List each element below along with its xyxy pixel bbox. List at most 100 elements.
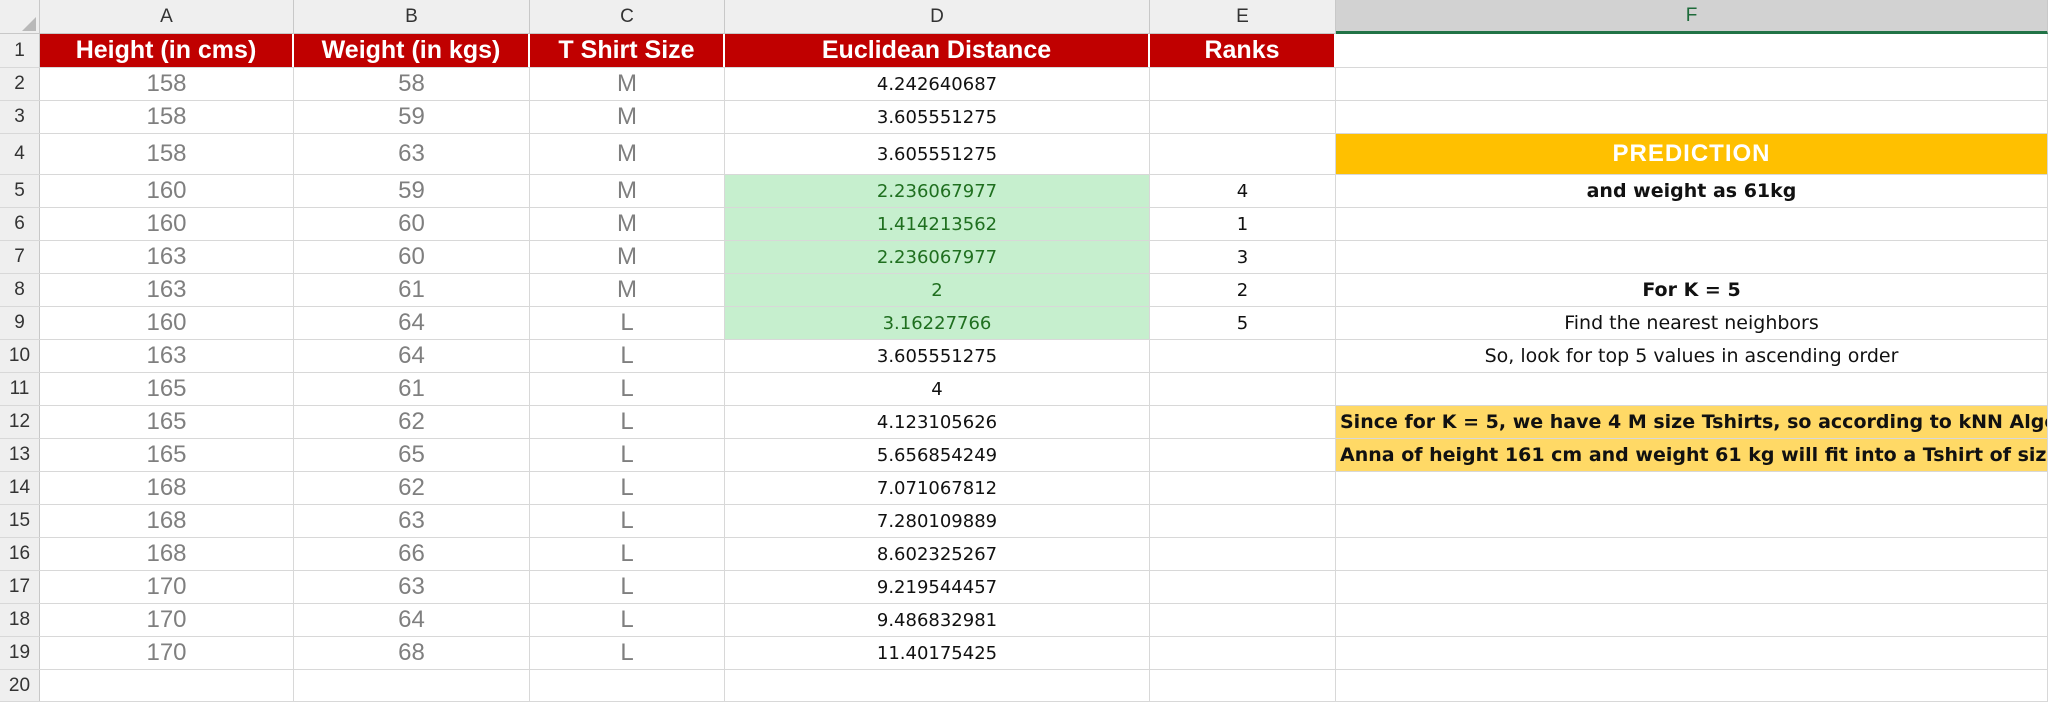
- cell-f[interactable]: [1336, 208, 2048, 240]
- row-number[interactable]: 15: [0, 505, 40, 537]
- cell-weight[interactable]: 61: [294, 373, 530, 405]
- row-number[interactable]: 20: [0, 670, 40, 701]
- column-header-e[interactable]: E: [1150, 0, 1336, 34]
- cell-weight[interactable]: 58: [294, 68, 530, 100]
- select-all-corner[interactable]: [0, 0, 40, 34]
- conclusion-note[interactable]: Anna of height 161 cm and weight 61 kg w…: [1336, 439, 2048, 471]
- cell-tshirt-size[interactable]: L: [530, 604, 725, 636]
- cell-euclidean-distance[interactable]: 2: [725, 274, 1150, 306]
- cell-rank[interactable]: [1150, 637, 1336, 669]
- row-number-1[interactable]: 1: [0, 34, 40, 67]
- row-number[interactable]: 5: [0, 175, 40, 207]
- cell-euclidean-distance[interactable]: 3.605551275: [725, 340, 1150, 372]
- cell-f[interactable]: [1336, 505, 2048, 537]
- cell-euclidean-distance[interactable]: 9.219544457: [725, 571, 1150, 603]
- cell-rank[interactable]: [1150, 406, 1336, 438]
- cell-weight[interactable]: 61: [294, 274, 530, 306]
- cell-height[interactable]: 170: [40, 604, 294, 636]
- cell-tshirt-size[interactable]: L: [530, 340, 725, 372]
- row-number[interactable]: 16: [0, 538, 40, 570]
- cell-rank[interactable]: 2: [1150, 274, 1336, 306]
- cell-rank[interactable]: [1150, 538, 1336, 570]
- conclusion-note[interactable]: Since for K = 5, we have 4 M size Tshirt…: [1336, 406, 2048, 438]
- cell-rank[interactable]: [1150, 439, 1336, 471]
- cell-euclidean-distance[interactable]: [725, 670, 1150, 701]
- header-ranks[interactable]: Ranks: [1150, 34, 1336, 67]
- cell-weight[interactable]: 62: [294, 472, 530, 504]
- row-number[interactable]: 17: [0, 571, 40, 603]
- cell-euclidean-distance[interactable]: 4.123105626: [725, 406, 1150, 438]
- cell-euclidean-distance[interactable]: 9.486832981: [725, 604, 1150, 636]
- cell-tshirt-size[interactable]: M: [530, 241, 725, 273]
- cell-weight[interactable]: 63: [294, 571, 530, 603]
- cell-height[interactable]: 163: [40, 274, 294, 306]
- cell-euclidean-distance[interactable]: 3.605551275: [725, 134, 1150, 174]
- cell-tshirt-size[interactable]: M: [530, 175, 725, 207]
- header-weight[interactable]: Weight (in kgs): [294, 34, 530, 67]
- cell-tshirt-size[interactable]: L: [530, 439, 725, 471]
- cell-euclidean-distance[interactable]: 4: [725, 373, 1150, 405]
- cell-euclidean-distance[interactable]: 1.414213562: [725, 208, 1150, 240]
- row-number[interactable]: 10: [0, 340, 40, 372]
- cell-height[interactable]: 160: [40, 175, 294, 207]
- cell-tshirt-size[interactable]: L: [530, 637, 725, 669]
- cell-tshirt-size[interactable]: L: [530, 307, 725, 339]
- header-euclidean-distance[interactable]: Euclidean Distance: [725, 34, 1150, 67]
- cell-tshirt-size[interactable]: M: [530, 134, 725, 174]
- cell-weight[interactable]: 64: [294, 604, 530, 636]
- row-number[interactable]: 8: [0, 274, 40, 306]
- cell-weight[interactable]: 63: [294, 505, 530, 537]
- cell-height[interactable]: 165: [40, 373, 294, 405]
- cell-tshirt-size[interactable]: L: [530, 373, 725, 405]
- column-header-b[interactable]: B: [294, 0, 530, 34]
- cell-f[interactable]: So, look for top 5 values in ascending o…: [1336, 340, 2048, 372]
- cell-height[interactable]: 168: [40, 538, 294, 570]
- cell-f[interactable]: [1336, 101, 2048, 133]
- cell-euclidean-distance[interactable]: 7.071067812: [725, 472, 1150, 504]
- column-header-a[interactable]: A: [40, 0, 294, 34]
- row-number[interactable]: 13: [0, 439, 40, 471]
- row-number[interactable]: 19: [0, 637, 40, 669]
- cell-height[interactable]: 170: [40, 571, 294, 603]
- row-number[interactable]: 14: [0, 472, 40, 504]
- cell-tshirt-size[interactable]: M: [530, 274, 725, 306]
- cell-weight[interactable]: 62: [294, 406, 530, 438]
- cell-f[interactable]: [1336, 538, 2048, 570]
- row-number[interactable]: 6: [0, 208, 40, 240]
- cell-height[interactable]: 160: [40, 307, 294, 339]
- cell-tshirt-size[interactable]: L: [530, 571, 725, 603]
- row-number[interactable]: 2: [0, 68, 40, 100]
- cell-rank[interactable]: [1150, 373, 1336, 405]
- cell-height[interactable]: 158: [40, 134, 294, 174]
- cell-rank[interactable]: [1150, 68, 1336, 100]
- cell-height[interactable]: 168: [40, 505, 294, 537]
- cell-weight[interactable]: 63: [294, 134, 530, 174]
- cell-rank[interactable]: 4: [1150, 175, 1336, 207]
- cell-weight[interactable]: 64: [294, 307, 530, 339]
- column-header-d[interactable]: D: [725, 0, 1150, 34]
- cell-f[interactable]: [1336, 571, 2048, 603]
- cell-rank[interactable]: [1150, 101, 1336, 133]
- cell-weight[interactable]: 60: [294, 208, 530, 240]
- cell-f[interactable]: For K = 5: [1336, 274, 2048, 306]
- cell-height[interactable]: 168: [40, 472, 294, 504]
- cell-tshirt-size[interactable]: M: [530, 68, 725, 100]
- cell-euclidean-distance[interactable]: 5.656854249: [725, 439, 1150, 471]
- cell-weight[interactable]: 59: [294, 101, 530, 133]
- cell-euclidean-distance[interactable]: 3.605551275: [725, 101, 1150, 133]
- row-number[interactable]: 4: [0, 134, 40, 174]
- cell-rank[interactable]: 1: [1150, 208, 1336, 240]
- row-number[interactable]: 9: [0, 307, 40, 339]
- cell-f[interactable]: [1336, 68, 2048, 100]
- cell-tshirt-size[interactable]: M: [530, 101, 725, 133]
- cell-rank[interactable]: [1150, 505, 1336, 537]
- cell-height[interactable]: 163: [40, 241, 294, 273]
- cell-height[interactable]: 163: [40, 340, 294, 372]
- cell-tshirt-size[interactable]: L: [530, 406, 725, 438]
- cell-rank[interactable]: 3: [1150, 241, 1336, 273]
- cell-tshirt-size[interactable]: L: [530, 472, 725, 504]
- cell-f[interactable]: [1336, 604, 2048, 636]
- cell-euclidean-distance[interactable]: 2.236067977: [725, 241, 1150, 273]
- cell-weight[interactable]: 65: [294, 439, 530, 471]
- prediction-banner[interactable]: PREDICTION: [1336, 134, 2048, 174]
